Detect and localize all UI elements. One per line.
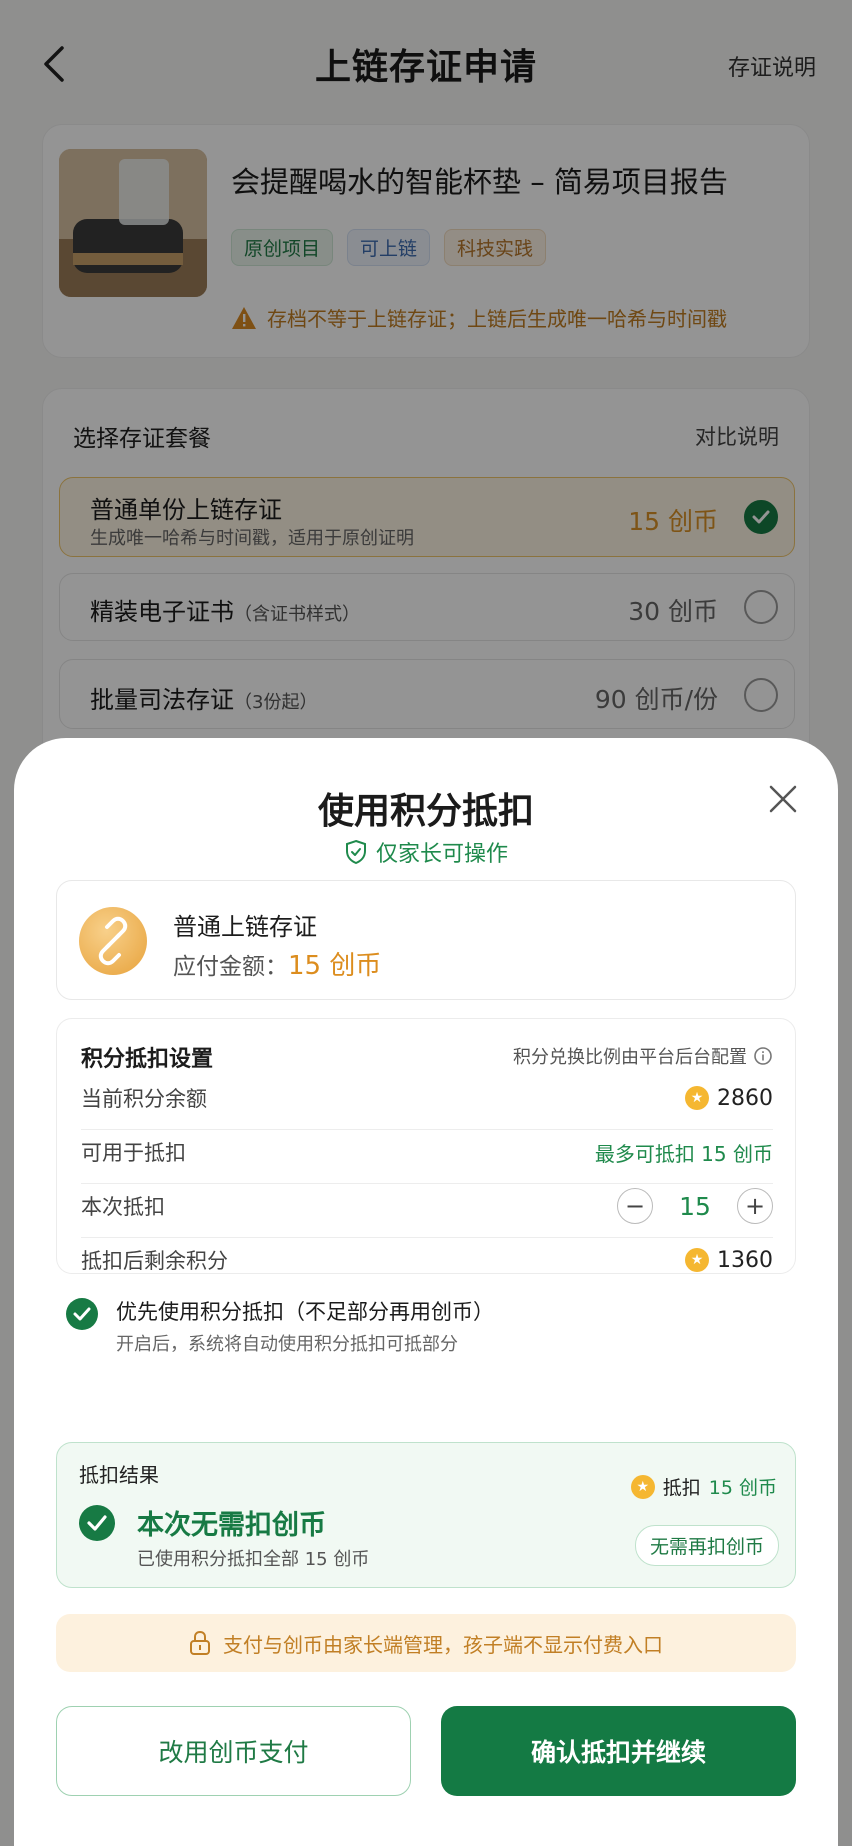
no-more-coins-badge: 无需再扣创币 [634, 1525, 779, 1566]
balance-label: 当前积分余额 [81, 1087, 207, 1111]
prefer-points-option[interactable]: 优先使用积分抵扣（不足部分再用创币） 开启后，系统将自动使用积分抵扣可抵部分 [56, 1294, 796, 1358]
deduct-row: 本次抵扣 − 15 + [81, 1175, 773, 1237]
amount-label: 应付金额： [173, 954, 288, 980]
result-title: 本次无需扣创币 [137, 1510, 326, 1541]
close-icon[interactable] [768, 784, 798, 814]
deduct-amount: 15 创币 [708, 1477, 777, 1499]
item-name: 普通上链存证 [173, 913, 317, 941]
notice-text: 支付与创币由家长端管理，孩子端不显示付费入口 [223, 1632, 663, 1657]
deduction-settings-card: 积分抵扣设置 积分兑换比例由平台后台配置 当前积分余额 2860 可用于抵扣 最… [56, 1018, 796, 1274]
item-summary-card: 普通上链存证 应付金额：15 创币 [56, 880, 796, 1000]
parent-managed-notice: 支付与创币由家长端管理，孩子端不显示付费入口 [56, 1614, 796, 1672]
available-row: 可用于抵扣 最多可抵扣 15 创币 [81, 1121, 773, 1183]
lock-icon [190, 1630, 210, 1655]
confirm-deduction-button[interactable]: 确认抵扣并继续 [441, 1706, 796, 1796]
minus-button[interactable]: − [617, 1188, 653, 1224]
checkbox-checked-icon[interactable] [66, 1298, 98, 1330]
deduct-value: 15 [679, 1191, 711, 1221]
deduct-prefix: 抵扣 [662, 1477, 701, 1499]
link-icon [79, 907, 147, 975]
points-deduction-sheet: 使用积分抵扣 仅家长可操作 普通上链存证 应付金额：15 创币 积分抵扣设置 积… [14, 738, 838, 1846]
coin-icon [685, 1086, 709, 1110]
result-sub: 已使用积分抵扣全部 15 创币 [137, 1549, 370, 1570]
result-heading: 抵扣结果 [79, 1463, 159, 1487]
deduct-label: 本次抵扣 [81, 1195, 165, 1219]
sheet-title: 使用积分抵扣 [317, 791, 534, 832]
balance-row: 当前积分余额 2860 [81, 1067, 773, 1129]
deduction-result-card: 抵扣结果 本次无需扣创币 已使用积分抵扣全部 15 创币 抵扣 15 创币 无需… [56, 1442, 796, 1588]
item-amount: 应付金额：15 创币 [173, 945, 381, 982]
shield-check-icon [345, 839, 366, 865]
parent-only-text: 仅家长可操作 [375, 842, 508, 867]
pay-with-coins-button[interactable]: 改用创币支付 [56, 1706, 411, 1796]
remaining-label: 抵扣后剩余积分 [81, 1249, 228, 1273]
info-icon[interactable] [753, 1046, 773, 1066]
coin-icon [630, 1474, 655, 1499]
parent-only-label: 仅家长可操作 [14, 836, 838, 868]
balance-value: 2860 [685, 1086, 773, 1111]
prefer-points-title: 优先使用积分抵扣（不足部分再用创币） [116, 1300, 494, 1324]
available-label: 可用于抵扣 [81, 1141, 186, 1165]
check-circle-icon [79, 1505, 115, 1541]
remaining-value: 1360 [685, 1248, 773, 1273]
coin-icon [685, 1248, 709, 1272]
available-value: 最多可抵扣 15 创币 [594, 1141, 773, 1166]
deduct-stepper: − 15 + [617, 1188, 773, 1224]
settings-note-text: 积分兑换比例由平台后台配置 [513, 1047, 747, 1068]
settings-note: 积分兑换比例由平台后台配置 [513, 1043, 773, 1069]
plus-button[interactable]: + [737, 1188, 773, 1224]
remaining-row: 抵扣后剩余积分 1360 [81, 1229, 773, 1291]
amount-value: 15 创币 [288, 951, 382, 981]
prefer-points-sub: 开启后，系统将自动使用积分抵扣可抵部分 [116, 1334, 458, 1355]
deduct-amount-tag: 抵扣 15 创币 [630, 1473, 777, 1500]
